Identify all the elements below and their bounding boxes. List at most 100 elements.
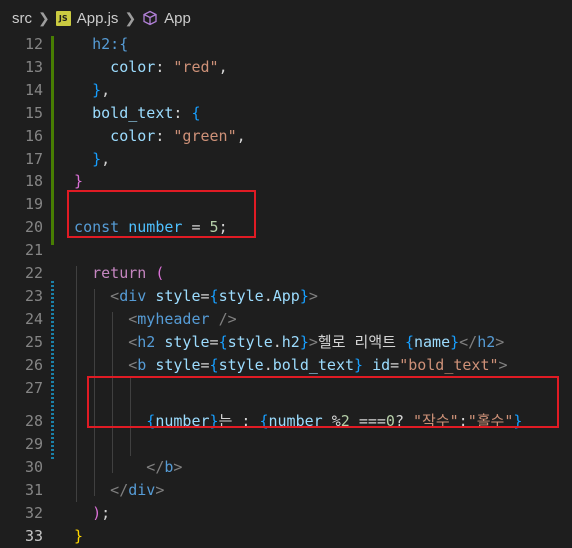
code-token: style [227, 332, 273, 351]
line-number: 33 [24, 526, 43, 545]
code-line[interactable]: 15 bold_text: { [0, 102, 572, 125]
code-token: </ [56, 458, 165, 477]
code-token: } [56, 172, 84, 191]
code-token: = [200, 286, 210, 305]
line-code: <h2 style={style.h2}>헬로 리액트 {name}</h2> [56, 331, 504, 354]
line-code: }, [56, 79, 110, 102]
code-token: bold_text [56, 103, 174, 122]
line-number: 24 [24, 309, 43, 328]
code-token: , [218, 57, 228, 76]
line-number: 26 [24, 355, 43, 374]
code-token: { [209, 355, 219, 374]
code-token: ( [155, 264, 165, 282]
code-line[interactable]: 16 color: "green", [0, 125, 572, 148]
code-token: style [164, 332, 210, 351]
code-line[interactable]: 13 color: "red", [0, 56, 572, 79]
code-token: { [218, 332, 228, 351]
chevron-right-icon: ❯ [38, 9, 50, 26]
line-code: </b> [56, 456, 182, 479]
line-code: h2:{ [56, 33, 128, 56]
code-token: , [236, 126, 246, 145]
line-code: return ( [56, 262, 164, 285]
code-line[interactable]: 31 </div> [0, 479, 572, 502]
breadcrumb-folder[interactable]: src [12, 10, 32, 27]
code-token: , [101, 149, 111, 168]
line-number: 15 [24, 103, 43, 122]
code-token: "green" [173, 126, 237, 145]
code-token: color [56, 126, 156, 145]
code-token: : [155, 57, 174, 76]
line-code: }, [56, 148, 110, 171]
code-token: { [209, 286, 219, 305]
line-number: 30 [24, 458, 43, 477]
code-token: b [137, 355, 156, 374]
line-number: 31 [24, 481, 43, 500]
code-token: . [263, 286, 273, 305]
line-code: <myheader /> [56, 308, 237, 331]
line-number: 21 [24, 241, 43, 260]
code-token: < [56, 332, 138, 351]
code-token: : [155, 126, 174, 145]
code-token: } [354, 355, 373, 374]
code-line[interactable]: 21 [0, 239, 572, 262]
line-number: 27 [24, 378, 43, 397]
code-line[interactable]: 22 return ( [0, 262, 572, 285]
code-token: : [173, 103, 192, 122]
line-number: 13 [24, 57, 43, 76]
code-token: . [272, 332, 282, 351]
breadcrumb-symbol[interactable]: App [164, 10, 191, 27]
code-token: < [56, 286, 120, 305]
code-token: ) [56, 504, 102, 522]
code-line[interactable]: 23 <div style={style.App}> [0, 285, 572, 308]
code-line[interactable]: 26 <b style={style.bold_text} id="bold_t… [0, 354, 572, 377]
line-number: 22 [24, 264, 43, 282]
line-number: 20 [24, 218, 43, 237]
line-number: 17 [24, 149, 43, 168]
code-line[interactable]: 25 <h2 style={style.h2}>헬로 리액트 {name}</h… [0, 331, 572, 354]
code-token: h2 [137, 332, 165, 351]
code-editor[interactable]: 12 h2:{13 color: "red", 14 }, 15 bold_text… [0, 33, 572, 545]
code-token: style [155, 286, 201, 305]
code-token: > [498, 355, 508, 374]
code-token: } [450, 332, 460, 351]
code-token: { [191, 103, 201, 122]
code-token: , [101, 80, 111, 99]
line-number: 16 [24, 126, 43, 145]
symbol-module-icon [143, 10, 157, 26]
code-line[interactable]: 17 }, [0, 148, 572, 171]
code-token: < [56, 355, 138, 374]
code-token: h2:{ [56, 35, 129, 53]
code-token: < [56, 309, 138, 328]
code-token: > [308, 332, 318, 351]
line-code: color: "green", [56, 125, 246, 148]
code-line[interactable]: 12 h2:{ [0, 33, 572, 56]
code-token: </ [56, 481, 129, 500]
code-token: > [495, 332, 505, 351]
code-line[interactable]: 14 }, [0, 79, 572, 102]
breadcrumb: src ❯ JS App.js ❯ App [0, 0, 572, 36]
code-token: name [414, 332, 451, 351]
code-line[interactable]: 24 <myheader /> [0, 308, 572, 331]
code-token: > [173, 458, 183, 477]
line-number: 28 [24, 412, 43, 431]
code-token: = [200, 355, 210, 374]
line-number: 19 [24, 195, 43, 214]
javascript-file-icon: JS [55, 10, 71, 26]
line-code: <b style={style.bold_text} id="bold_text… [56, 354, 508, 377]
code-token: } [56, 80, 102, 99]
code-token: App [272, 286, 300, 305]
breadcrumb-file[interactable]: App.js [77, 10, 119, 27]
code-line[interactable]: 29 [0, 433, 572, 456]
code-token: /> [218, 309, 237, 328]
code-token: color [56, 57, 156, 76]
code-token: . [263, 355, 273, 374]
line-number: 12 [24, 35, 43, 53]
code-token: id [372, 355, 391, 374]
code-token: } [299, 332, 309, 351]
chevron-right-icon: ❯ [124, 9, 137, 26]
code-token: = [390, 355, 400, 374]
code-token: ; [101, 504, 111, 522]
code-line[interactable]: 32 ); [0, 502, 572, 525]
code-line[interactable]: 30 </b> [0, 456, 572, 479]
code-line[interactable]: 33 } [0, 525, 572, 548]
